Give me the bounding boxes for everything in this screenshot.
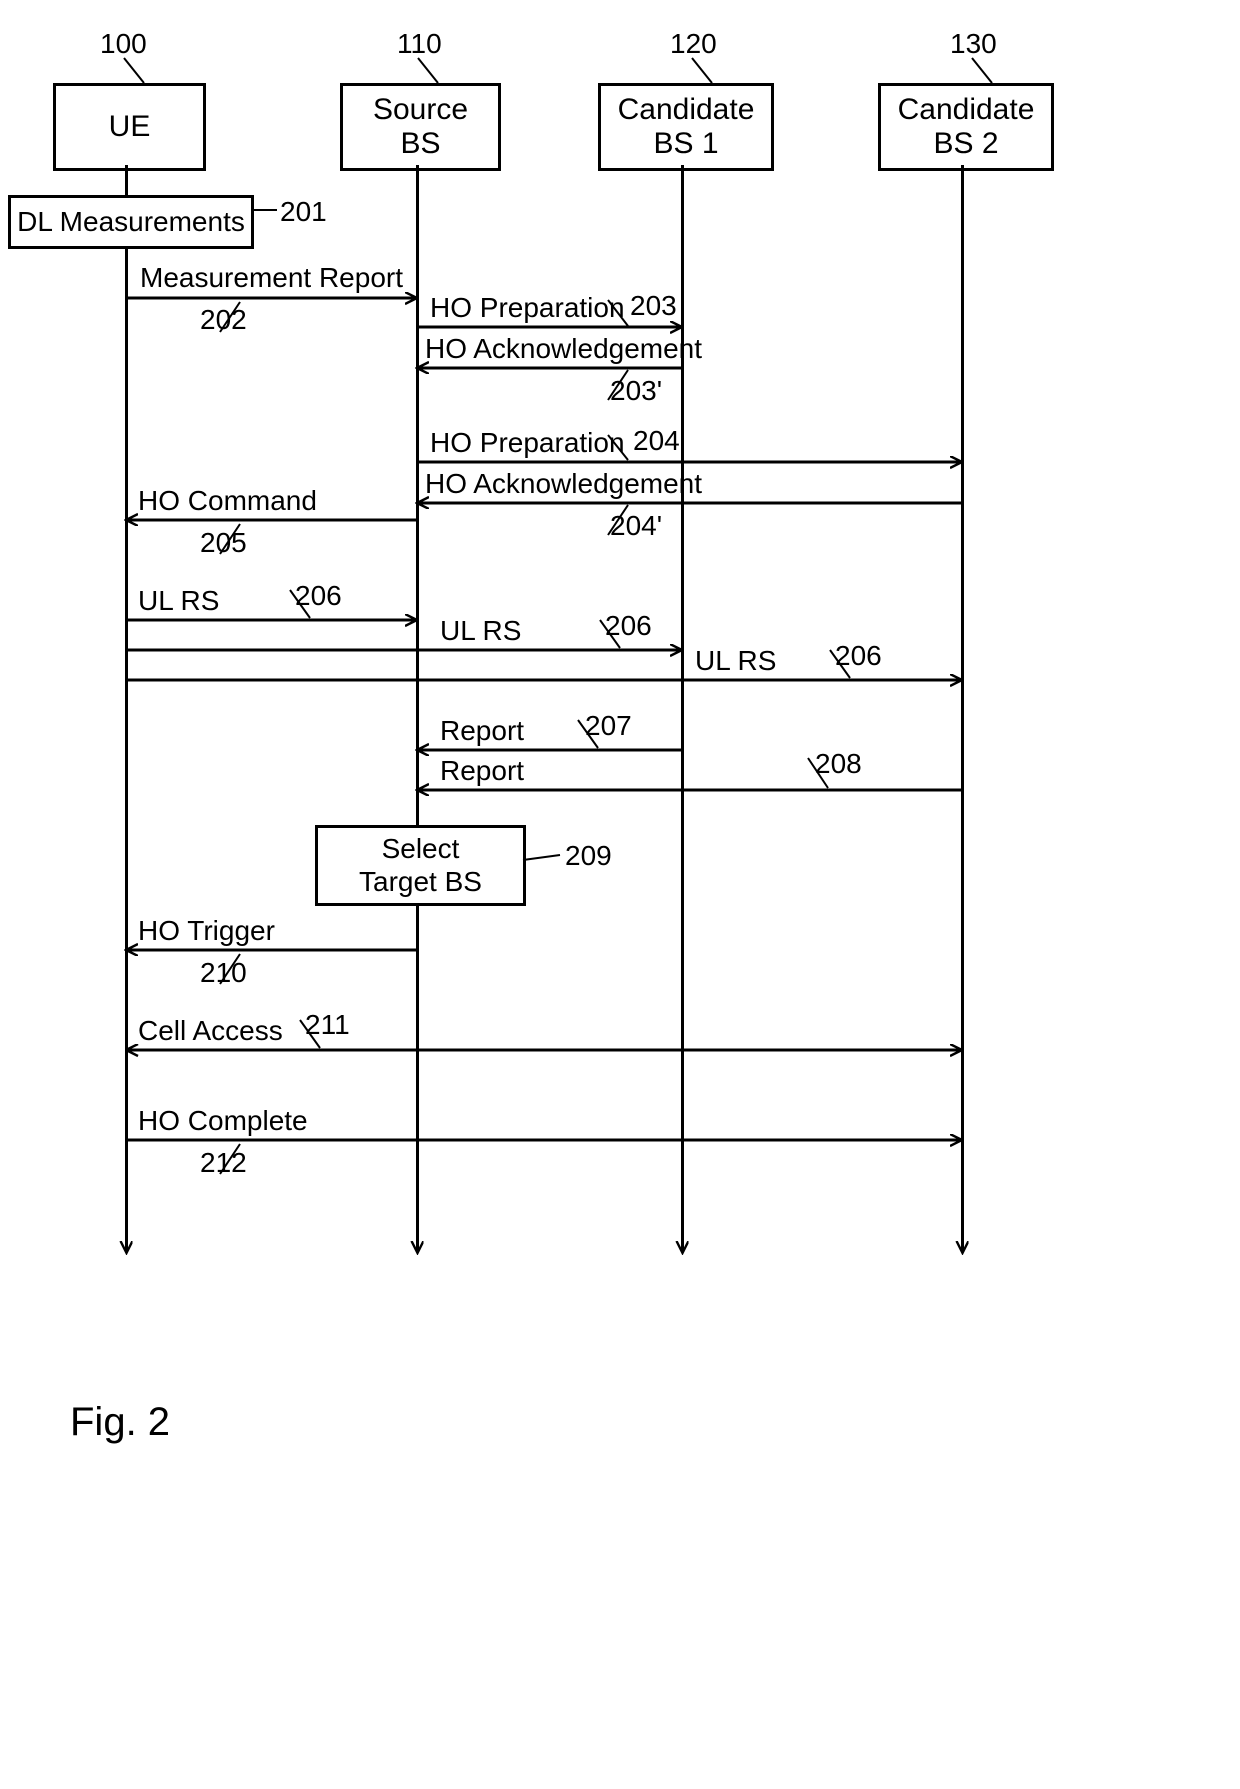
msg-text-205: HO Command — [138, 485, 317, 517]
msg-num-211: 211 — [305, 1009, 350, 1041]
msg-text-203a: HO Acknowledgement — [425, 333, 702, 365]
msg-num-207: 207 — [585, 710, 632, 742]
msg-num-206a: 206 — [295, 580, 342, 612]
msg-num-202: 202 — [200, 304, 247, 336]
msg-text-208: Report — [440, 755, 524, 787]
msg-num-212: 212 — [200, 1147, 247, 1179]
msg-text-204a: HO Acknowledgement — [425, 468, 702, 500]
msg-text-206a: UL RS — [138, 585, 219, 617]
msg-num-210: 210 — [200, 957, 247, 989]
msg-text-212: HO Complete — [138, 1105, 308, 1137]
msg-text-204: HO Preparation — [430, 427, 625, 459]
msg-text-207: Report — [440, 715, 524, 747]
msg-text-206c: UL RS — [695, 645, 776, 677]
msg-num-208: 208 — [815, 748, 862, 780]
msg-num-206b: 206 — [605, 610, 652, 642]
sequence-diagram: 100 110 120 130 UE Source BS Candidate B… — [0, 0, 1240, 1789]
msg-text-203: HO Preparation — [430, 292, 625, 324]
msg-num-203a: 203' — [610, 375, 662, 407]
msg-text-210: HO Trigger — [138, 915, 275, 947]
msg-num-203: 203 — [630, 290, 677, 322]
msg-num-204: 204 — [633, 425, 680, 457]
msg-text-211: Cell Access — [138, 1015, 283, 1047]
msg-num-205: 205 — [200, 527, 247, 559]
msg-text-206b: UL RS — [440, 615, 521, 647]
msg-num-204a: 204' — [610, 510, 662, 542]
msg-text-202: Measurement Report — [140, 262, 403, 294]
figure-caption: Fig. 2 — [70, 1400, 170, 1445]
msg-num-206c: 206 — [835, 640, 882, 672]
